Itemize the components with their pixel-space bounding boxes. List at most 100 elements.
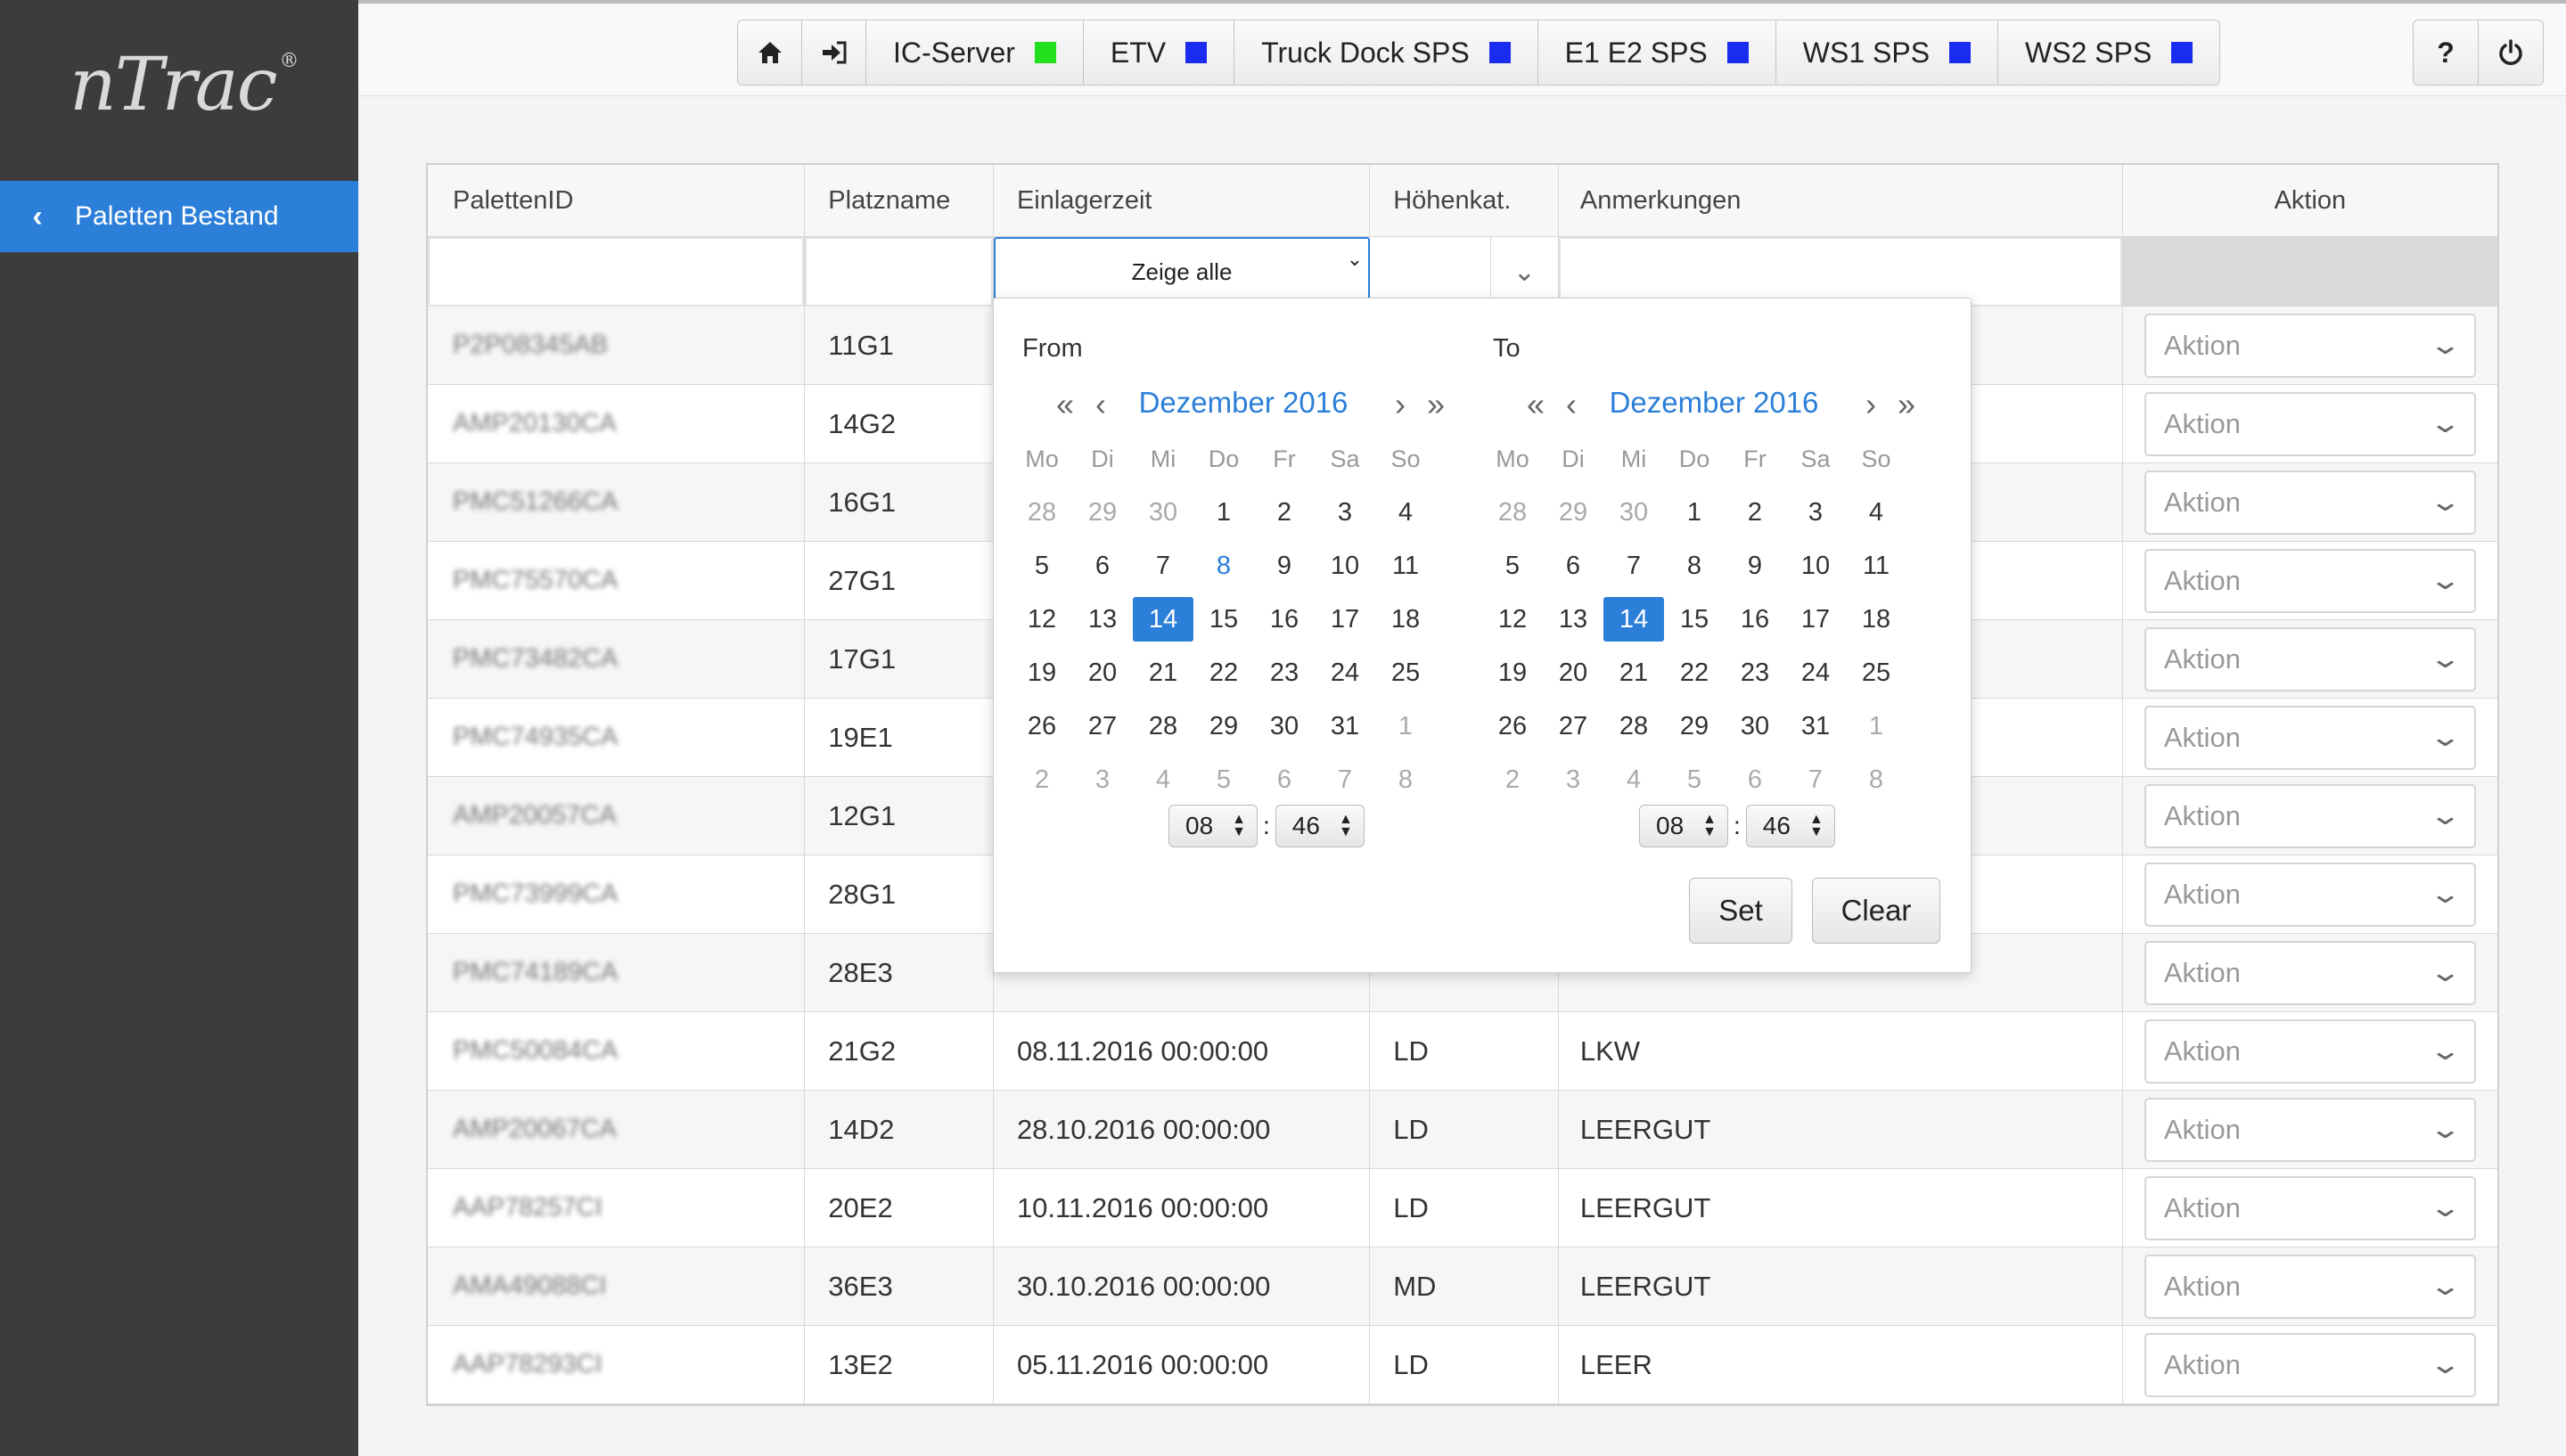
from-day-cell[interactable]: 22 xyxy=(1193,650,1254,695)
hour-to-spinner[interactable]: 08 ▲ ▼ xyxy=(1639,805,1728,847)
from-day-cell[interactable]: 31 xyxy=(1315,704,1375,748)
to-day-cell[interactable]: 11 xyxy=(1846,544,1906,588)
from-day-cell[interactable]: 7 xyxy=(1315,757,1375,802)
from-day-cell[interactable]: 27 xyxy=(1072,704,1133,748)
from-day-cell[interactable]: 29 xyxy=(1193,704,1254,748)
from-day-cell[interactable]: 1 xyxy=(1375,704,1436,748)
from-day-cell[interactable]: 3 xyxy=(1072,757,1133,802)
calendar-from-month[interactable]: Dezember 2016 xyxy=(1012,386,1475,420)
from-day-cell[interactable]: 10 xyxy=(1315,544,1375,588)
from-day-cell[interactable]: 25 xyxy=(1375,650,1436,695)
next-month-icon[interactable]: › xyxy=(1865,386,1876,423)
from-day-cell[interactable]: 5 xyxy=(1193,757,1254,802)
to-day-cell[interactable]: 8 xyxy=(1846,757,1906,802)
to-day-cell[interactable]: 6 xyxy=(1543,544,1603,588)
from-day-cell[interactable]: 14 xyxy=(1133,597,1193,642)
set-button[interactable]: Set xyxy=(1689,878,1792,944)
to-day-cell[interactable]: 28 xyxy=(1482,490,1543,535)
header-einlagerzeit[interactable]: Einlagerzeit xyxy=(993,165,1371,236)
from-day-cell[interactable]: 21 xyxy=(1133,650,1193,695)
aktion-select[interactable]: Aktion ⌄ xyxy=(2144,940,2476,1005)
from-day-cell[interactable]: 2 xyxy=(1012,757,1072,802)
status-etv[interactable]: ETV xyxy=(1083,20,1235,85)
aktion-select[interactable]: Aktion ⌄ xyxy=(2144,862,2476,927)
from-day-cell[interactable]: 30 xyxy=(1254,704,1315,748)
aktion-select[interactable]: Aktion ⌄ xyxy=(2144,1018,2476,1084)
to-day-cell[interactable]: 28 xyxy=(1603,704,1664,748)
to-day-cell[interactable]: 14 xyxy=(1603,597,1664,642)
filter-platzname-input[interactable] xyxy=(805,237,993,307)
to-day-cell[interactable]: 7 xyxy=(1603,544,1664,588)
to-day-cell[interactable]: 9 xyxy=(1725,544,1785,588)
from-day-cell[interactable]: 6 xyxy=(1254,757,1315,802)
table-row[interactable]: AAP78257CI 20E2 10.11.2016 00:00:00 LD LEERG… xyxy=(428,1169,2497,1247)
to-day-cell[interactable]: 6 xyxy=(1725,757,1785,802)
filter-hoehenkat-select[interactable]: ⌄ xyxy=(1370,237,1559,307)
status-ws1-sps[interactable]: WS1 SPS xyxy=(1775,20,1999,85)
to-day-cell[interactable]: 30 xyxy=(1603,490,1664,535)
to-day-cell[interactable]: 13 xyxy=(1543,597,1603,642)
filter-einlagerzeit-select[interactable]: Zeige alle ⌄ xyxy=(993,237,1371,307)
from-day-cell[interactable]: 2 xyxy=(1254,490,1315,535)
status-truck-dock-sps[interactable]: Truck Dock SPS xyxy=(1234,20,1538,85)
from-day-cell[interactable]: 18 xyxy=(1375,597,1436,642)
to-day-cell[interactable]: 30 xyxy=(1725,704,1785,748)
aktion-select[interactable]: Aktion ⌄ xyxy=(2144,1254,2476,1319)
to-day-cell[interactable]: 26 xyxy=(1482,704,1543,748)
filter-palettenid-input[interactable] xyxy=(428,237,805,307)
to-day-cell[interactable]: 24 xyxy=(1785,650,1846,695)
from-day-cell[interactable]: 12 xyxy=(1012,597,1072,642)
to-day-cell[interactable]: 12 xyxy=(1482,597,1543,642)
to-day-cell[interactable]: 5 xyxy=(1482,544,1543,588)
to-day-cell[interactable]: 17 xyxy=(1785,597,1846,642)
from-day-cell[interactable]: 7 xyxy=(1133,544,1193,588)
aktion-select[interactable]: Aktion ⌄ xyxy=(2144,391,2476,456)
aktion-select[interactable]: Aktion ⌄ xyxy=(2144,1175,2476,1240)
calendar-to-month[interactable]: Dezember 2016 xyxy=(1482,386,1946,420)
to-day-cell[interactable]: 3 xyxy=(1543,757,1603,802)
from-day-cell[interactable]: 4 xyxy=(1375,490,1436,535)
to-day-cell[interactable]: 7 xyxy=(1785,757,1846,802)
help-button[interactable]: ? xyxy=(2413,20,2479,86)
header-platzname[interactable]: Platzname xyxy=(805,165,994,236)
to-day-cell[interactable]: 20 xyxy=(1543,650,1603,695)
to-day-cell[interactable]: 31 xyxy=(1785,704,1846,748)
aktion-select[interactable]: Aktion ⌄ xyxy=(2144,783,2476,848)
from-day-cell[interactable]: 19 xyxy=(1012,650,1072,695)
from-day-cell[interactable]: 17 xyxy=(1315,597,1375,642)
filter-anmerkungen-input[interactable] xyxy=(1558,237,2122,307)
from-day-cell[interactable]: 6 xyxy=(1072,544,1133,588)
from-day-cell[interactable]: 11 xyxy=(1375,544,1436,588)
from-day-cell[interactable]: 1 xyxy=(1193,490,1254,535)
to-day-cell[interactable]: 19 xyxy=(1482,650,1543,695)
from-day-cell[interactable]: 24 xyxy=(1315,650,1375,695)
to-day-cell[interactable]: 4 xyxy=(1603,757,1664,802)
table-row[interactable]: AAP78293CI 13E2 05.11.2016 00:00:00 LD LEER A… xyxy=(428,1326,2497,1404)
login-button[interactable] xyxy=(802,20,866,85)
to-day-cell[interactable]: 15 xyxy=(1664,597,1725,642)
to-day-cell[interactable]: 10 xyxy=(1785,544,1846,588)
to-day-cell[interactable]: 4 xyxy=(1846,490,1906,535)
from-day-cell[interactable]: 29 xyxy=(1072,490,1133,535)
to-day-cell[interactable]: 2 xyxy=(1482,757,1543,802)
from-day-cell[interactable]: 4 xyxy=(1133,757,1193,802)
aktion-select[interactable]: Aktion ⌄ xyxy=(2144,470,2476,535)
aktion-select[interactable]: Aktion ⌄ xyxy=(2144,1332,2476,1397)
aktion-select[interactable]: Aktion ⌄ xyxy=(2144,626,2476,691)
to-day-cell[interactable]: 3 xyxy=(1785,490,1846,535)
table-row[interactable]: PMC50084CA 21G2 08.11.2016 00:00:00 LD LKW Ak… xyxy=(428,1012,2497,1091)
next-month-icon[interactable]: › xyxy=(1395,386,1406,423)
from-day-cell[interactable]: 8 xyxy=(1193,544,1254,588)
to-day-cell[interactable]: 21 xyxy=(1603,650,1664,695)
status-ws2-sps[interactable]: WS2 SPS xyxy=(1998,20,2220,85)
from-day-cell[interactable]: 20 xyxy=(1072,650,1133,695)
next-year-icon[interactable]: » xyxy=(1427,386,1445,423)
from-day-cell[interactable]: 8 xyxy=(1375,757,1436,802)
from-day-cell[interactable]: 5 xyxy=(1012,544,1072,588)
from-day-cell[interactable]: 23 xyxy=(1254,650,1315,695)
aktion-select[interactable]: Aktion ⌄ xyxy=(2144,313,2476,378)
header-hoehenkat[interactable]: Höhenkat. xyxy=(1370,165,1559,236)
minute-from-spinner[interactable]: 46 ▲ ▼ xyxy=(1275,805,1365,847)
from-day-cell[interactable]: 28 xyxy=(1012,490,1072,535)
to-day-cell[interactable]: 27 xyxy=(1543,704,1603,748)
